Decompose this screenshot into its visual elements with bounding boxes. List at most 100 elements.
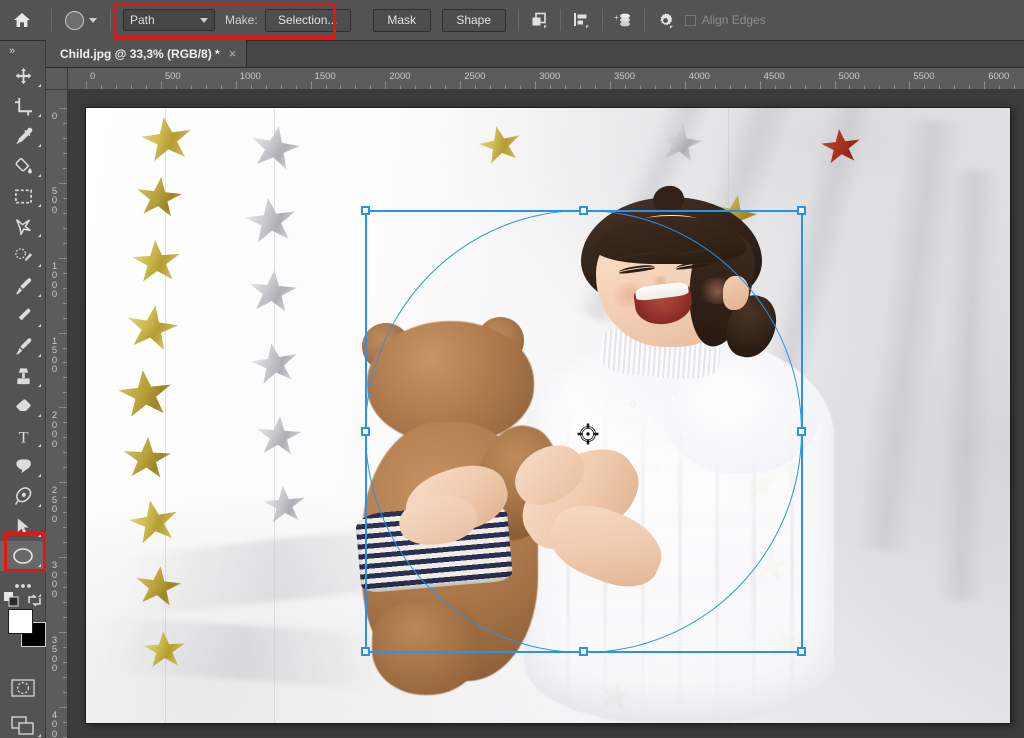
ruler-label: 500 — [50, 187, 59, 216]
ruler-tick — [161, 81, 162, 89]
dodge-tool[interactable] — [0, 451, 46, 481]
brush-tool[interactable] — [0, 271, 46, 301]
clone-stamp-tool[interactable] — [0, 361, 46, 391]
ruler-tick — [385, 81, 386, 89]
lasso-tool[interactable] — [0, 211, 46, 241]
color-swatches — [0, 605, 46, 661]
make-shape-button[interactable]: Shape — [442, 9, 506, 32]
document-tab[interactable]: Child.jpg @ 33,3% (RGB/8) * × — [46, 40, 247, 67]
pen-tool[interactable] — [0, 481, 46, 511]
tool-overflow-indicator — [38, 504, 41, 507]
tool-overflow-indicator — [38, 534, 41, 537]
eraser-tool-alt[interactable] — [0, 301, 46, 331]
ruler-minor-tick — [63, 677, 67, 678]
ruler-minor-tick — [206, 85, 207, 89]
ruler-tick — [59, 482, 67, 483]
default-colors-icon[interactable] — [4, 592, 19, 607]
ruler-label: 3500 — [50, 636, 59, 674]
ruler-minor-tick — [63, 303, 67, 304]
ruler-minor-tick — [63, 288, 67, 289]
ruler-tick — [610, 81, 611, 89]
ruler-label: 0 — [50, 112, 59, 122]
ruler-minor-tick — [894, 85, 895, 89]
ellipse-tool[interactable] — [0, 541, 46, 571]
tool-overflow-indicator — [38, 474, 41, 477]
ruler-minor-tick — [63, 467, 67, 468]
ruler-minor-tick — [266, 85, 267, 89]
spot-healing-brush-tool[interactable] — [0, 241, 46, 271]
make-mask-button[interactable]: Mask — [373, 9, 431, 32]
ruler-minor-tick — [580, 85, 581, 89]
path-selection-tool[interactable] — [0, 511, 46, 541]
gear-icon[interactable] — [652, 7, 679, 33]
rectangular-marquee-tool[interactable] — [0, 181, 46, 211]
tool-overflow-indicator — [38, 234, 41, 237]
svg-text:T: T — [18, 429, 28, 445]
foreground-color-swatch[interactable] — [8, 609, 33, 634]
ruler-minor-tick — [63, 497, 67, 498]
path-mode-value: Path — [130, 13, 155, 27]
path-alignment-icon[interactable] — [568, 7, 595, 33]
ruler-minor-tick — [700, 85, 701, 89]
document-image[interactable] — [86, 108, 1010, 723]
ruler-minor-tick — [63, 362, 67, 363]
double-chevron-right-icon[interactable]: » — [0, 41, 45, 61]
ruler-label: 4000 — [689, 71, 710, 82]
make-selection-button[interactable]: Selection... — [265, 9, 351, 32]
document-tab-strip: Child.jpg @ 33,3% (RGB/8) * × — [46, 41, 1024, 68]
ruler-minor-tick — [63, 153, 67, 154]
divider — [518, 9, 519, 31]
ruler-minor-tick — [355, 85, 356, 89]
type-tool[interactable]: T — [0, 421, 46, 451]
paint-bucket-tool[interactable] — [0, 151, 46, 181]
tools-panel: » — [0, 41, 46, 738]
ruler-minor-tick — [63, 213, 67, 214]
ruler-minor-tick — [281, 85, 282, 89]
swap-colors-icon[interactable] — [27, 593, 42, 608]
ruler-minor-tick — [63, 602, 67, 603]
close-icon[interactable]: × — [229, 47, 237, 60]
eraser-tool[interactable] — [0, 391, 46, 421]
eyedropper-tool[interactable] — [0, 121, 46, 151]
quick-mask-icon[interactable] — [0, 673, 46, 703]
horizontal-ruler[interactable]: 0500100015002000250030003500400045005000… — [68, 68, 1024, 90]
ruler-minor-tick — [63, 617, 67, 618]
blur-tool[interactable] — [0, 331, 46, 361]
ruler-tick — [59, 108, 67, 109]
tool-overflow-indicator — [38, 264, 41, 267]
tool-overflow-indicator — [38, 734, 41, 737]
ruler-minor-tick — [63, 572, 67, 573]
ruler-corner — [46, 68, 68, 90]
home-icon[interactable] — [0, 0, 44, 41]
align-edges-control[interactable]: Align Edges — [685, 13, 766, 27]
path-mode-select[interactable]: Path — [123, 9, 215, 31]
star-thread — [274, 108, 275, 723]
vertical-ruler[interactable]: 05001000150020002500300035004000 — [46, 90, 68, 738]
crop-tool[interactable] — [0, 91, 46, 121]
path-operations-icon[interactable] — [526, 7, 553, 33]
canvas-area[interactable] — [68, 90, 1024, 738]
tool-preset-picker[interactable] — [59, 11, 103, 30]
tool-overflow-indicator — [38, 204, 41, 207]
screen-mode-icon[interactable] — [0, 711, 46, 738]
divider — [560, 9, 561, 31]
move-tool[interactable] — [0, 61, 46, 91]
ellipse-tool-preset-icon — [65, 11, 84, 30]
align-edges-checkbox[interactable] — [685, 15, 696, 26]
ruler-minor-tick — [505, 85, 506, 89]
ruler-label: 4500 — [764, 71, 785, 82]
ruler-tick — [760, 81, 761, 89]
divider — [602, 9, 603, 31]
ruler-minor-tick — [1014, 85, 1015, 89]
path-arrangement-icon[interactable]: + — [610, 7, 637, 33]
ruler-tick — [59, 183, 67, 184]
ruler-label: 5500 — [913, 71, 934, 82]
tool-overflow-indicator — [38, 144, 41, 147]
divider — [51, 9, 52, 31]
ruler-minor-tick — [340, 85, 341, 89]
ruler-minor-tick — [63, 168, 67, 169]
ruler-minor-tick — [565, 85, 566, 89]
ruler-minor-tick — [490, 85, 491, 89]
ruler-minor-tick — [520, 85, 521, 89]
ruler-tick — [535, 81, 536, 89]
